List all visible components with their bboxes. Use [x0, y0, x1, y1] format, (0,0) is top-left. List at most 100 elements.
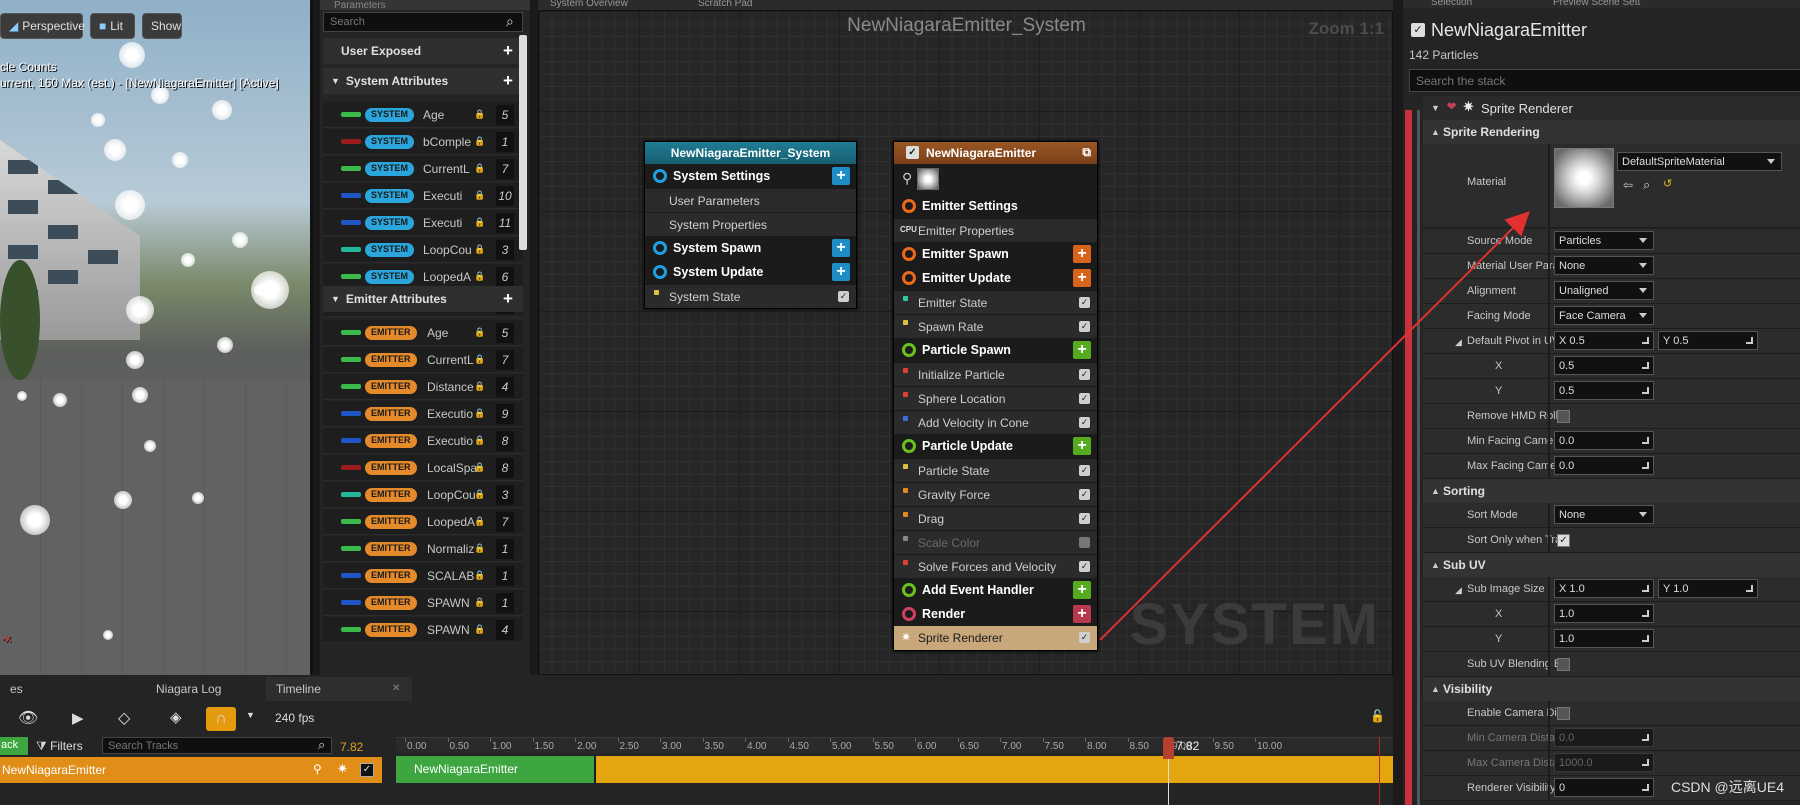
stack-group[interactable]: Emitter Update +: [894, 266, 1097, 290]
pin-icon[interactable]: ⚲: [313, 762, 322, 776]
visibility-eye-icon[interactable]: 👁: [18, 708, 38, 728]
numeric-field[interactable]: 0.5: [1554, 356, 1654, 375]
open-emitter-icon[interactable]: ⧉: [1082, 145, 1091, 160]
tab-niagara-log[interactable]: Niagara Log: [146, 677, 266, 701]
parameter-row[interactable]: EMITTER Distance 🔒 4: [323, 374, 523, 400]
parameters-search-input[interactable]: Search: [323, 12, 523, 32]
emitter-enable-checkbox[interactable]: ✓: [906, 146, 919, 159]
module-enable-checkbox[interactable]: ✓: [838, 291, 849, 302]
parameter-row[interactable]: EMITTER SPAWN 🔒 4: [323, 617, 523, 643]
module-enable-checkbox[interactable]: ✓: [1079, 417, 1090, 428]
numeric-field[interactable]: 1000.0: [1554, 753, 1654, 772]
add-module-button[interactable]: +: [832, 239, 850, 257]
parameter-row[interactable]: EMITTER LocalSpa 🔒 8: [323, 455, 523, 481]
parameter-row[interactable]: SYSTEM Executi 🔒 10: [323, 183, 523, 209]
browse-icon[interactable]: ⌕: [1643, 177, 1650, 193]
timeline-ruler[interactable]: 0.00 0.50 1.00 1.50 2.00 2.50 3.00 3.50 4.00 4.50…: [396, 737, 1393, 753]
sub_uv-section[interactable]: ▲ Sub UV: [1423, 553, 1800, 577]
chevron-down-icon[interactable]: ▼: [246, 710, 255, 720]
pin-icon[interactable]: ⚲: [902, 170, 912, 187]
add-module-button[interactable]: +: [1073, 341, 1091, 359]
module-enable-checkbox[interactable]: ✓: [1079, 393, 1090, 404]
stack-group[interactable]: Particle Spawn +: [894, 338, 1097, 362]
snap-magnet-icon[interactable]: ∩: [206, 707, 236, 731]
add-module-button[interactable]: +: [1073, 605, 1091, 623]
parameter-row[interactable]: SYSTEM LoopCou 🔒 3: [323, 237, 523, 263]
search-icon[interactable]: ⌕: [506, 13, 514, 30]
add-module-button[interactable]: +: [1073, 269, 1091, 287]
numeric-field[interactable]: 0.0: [1554, 728, 1654, 747]
stack-module[interactable]: Scale Color: [894, 530, 1097, 554]
property-checkbox[interactable]: [1557, 658, 1570, 671]
add-module-button[interactable]: +: [1073, 437, 1091, 455]
emitter-enabled-checkbox[interactable]: ✓: [1411, 23, 1425, 37]
numeric-field[interactable]: 0.5: [1554, 381, 1654, 400]
parameter-row[interactable]: EMITTER Age 🔒 5: [323, 320, 523, 346]
emitter-track-row[interactable]: NewNiagaraEmitter ⚲ ✷ ✓: [0, 757, 382, 783]
playhead-handle[interactable]: [1163, 737, 1174, 759]
stack-module[interactable]: CPU Emitter Properties: [894, 218, 1097, 242]
module-enable-checkbox[interactable]: ✓: [1079, 632, 1090, 643]
parameter-row[interactable]: SYSTEM bComple 🔒 1: [323, 129, 523, 155]
parameters-tab[interactable]: Parameters: [320, 0, 530, 11]
module-enable-checkbox[interactable]: ✓: [1079, 561, 1090, 572]
parameter-row[interactable]: SYSTEM Age 🔒 5: [323, 102, 523, 128]
parameter-row[interactable]: EMITTER Normaliz 🔒 1: [323, 536, 523, 562]
numeric-field[interactable]: 1.0: [1554, 629, 1654, 648]
parameter-row[interactable]: EMITTER LoopCou 🔒 3: [323, 482, 523, 508]
stack-group[interactable]: Add Event Handler +: [894, 578, 1097, 602]
stack-module[interactable]: Emitter State ✓: [894, 290, 1097, 314]
lock-icon[interactable]: 🔓: [1370, 709, 1385, 723]
property-checkbox[interactable]: [1557, 707, 1570, 720]
stack-group[interactable]: System Update +: [645, 260, 856, 284]
property-checkbox[interactable]: ✓: [1557, 534, 1570, 547]
system-node[interactable]: NewNiagaraEmitter_System System Settings…: [644, 141, 857, 309]
tab-system-overview[interactable]: System Overview: [550, 0, 628, 9]
vector-component-field[interactable]: X 0.5: [1554, 331, 1654, 350]
stack-module[interactable]: User Parameters: [645, 188, 856, 212]
add-module-button[interactable]: +: [1073, 581, 1091, 599]
module-enable-checkbox[interactable]: ✓: [1079, 465, 1090, 476]
emitter-thumbnail[interactable]: [917, 168, 939, 190]
add-module-button[interactable]: +: [832, 263, 850, 281]
stack-module[interactable]: System State ✓: [645, 284, 856, 308]
numeric-field[interactable]: 0.0: [1554, 431, 1654, 450]
system-overview-graph[interactable]: NewNiagaraEmitter_System Zoom 1:1 SYSTEM…: [538, 10, 1393, 675]
play-icon[interactable]: ▶: [72, 709, 84, 727]
emitter-clip[interactable]: NewNiagaraEmitter: [396, 756, 596, 783]
numeric-field[interactable]: 1.0: [1554, 604, 1654, 623]
stack-module[interactable]: System Properties: [645, 212, 856, 236]
sprite-rendering-section[interactable]: ▲ Sprite Rendering: [1423, 120, 1800, 144]
stack-module[interactable]: Solve Forces and Velocity ✓: [894, 554, 1097, 578]
parameter-row[interactable]: EMITTER LoopedA 🔒 7: [323, 509, 523, 535]
numeric-field[interactable]: 0: [1554, 778, 1654, 797]
vector-component-field[interactable]: Y 1.0: [1658, 579, 1758, 598]
parameter-row[interactable]: SYSTEM CurrentL 🔒 7: [323, 156, 523, 182]
end-marker[interactable]: [1379, 737, 1380, 805]
stack-module[interactable]: Drag ✓: [894, 506, 1097, 530]
stack-group[interactable]: Emitter Spawn +: [894, 242, 1097, 266]
module-enable-checkbox[interactable]: ✓: [1079, 321, 1090, 332]
stack-module[interactable]: Gravity Force ✓: [894, 482, 1097, 506]
vector-component-field[interactable]: X 1.0: [1554, 579, 1654, 598]
tab-es[interactable]: es: [0, 677, 110, 701]
track-enable-checkbox[interactable]: ✓: [360, 763, 374, 777]
stack-module[interactable]: Initialize Particle ✓: [894, 362, 1097, 386]
parameters-scrollbar[interactable]: [519, 35, 527, 250]
show-button[interactable]: Show: [142, 13, 182, 39]
stack-module[interactable]: ✷ Sprite Renderer ✓: [894, 626, 1097, 650]
search-icon[interactable]: ⌕: [318, 737, 325, 753]
key-settings-icon[interactable]: ◈: [170, 708, 182, 726]
fps-selector[interactable]: 240 fps: [275, 711, 314, 725]
parameter-row[interactable]: EMITTER SCALAB 🔒 1: [323, 563, 523, 589]
emitter-attributes-header[interactable]: ▼ Emitter Attributes +: [323, 286, 523, 312]
parameter-row[interactable]: EMITTER Executio 🔒 9: [323, 401, 523, 427]
stack-module[interactable]: Sphere Location ✓: [894, 386, 1097, 410]
add-system-attribute-button[interactable]: +: [499, 72, 517, 90]
stack-group[interactable]: Render +: [894, 602, 1097, 626]
property-checkbox[interactable]: [1557, 410, 1570, 423]
add-emitter-attribute-button[interactable]: +: [499, 290, 517, 308]
property-dropdown[interactable]: None: [1554, 505, 1654, 524]
property-dropdown[interactable]: None: [1554, 256, 1654, 275]
material-dropdown[interactable]: DefaultSpriteMaterial: [1617, 152, 1782, 171]
